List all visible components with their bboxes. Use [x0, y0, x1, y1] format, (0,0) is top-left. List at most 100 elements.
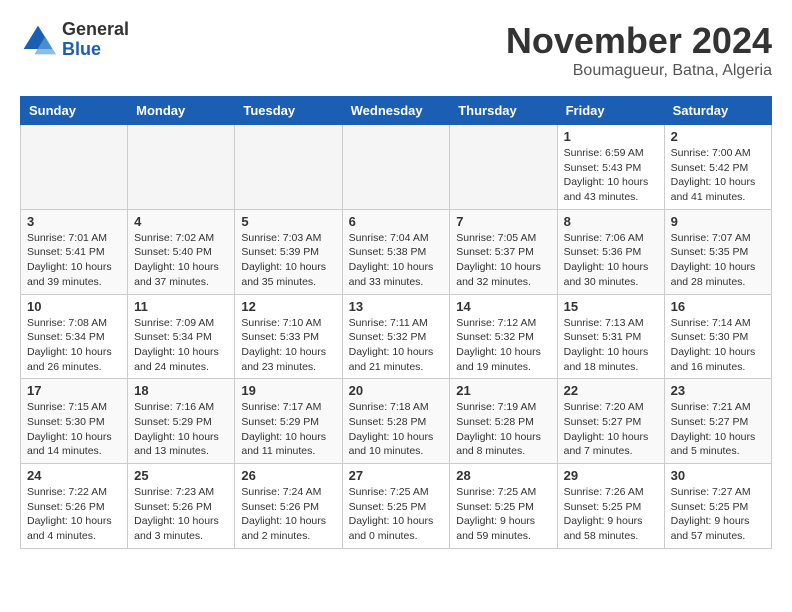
calendar-cell: 21 Sunrise: 7:19 AMSunset: 5:28 PMDayligh…	[450, 379, 557, 464]
calendar-header-wednesday: Wednesday	[342, 97, 450, 125]
calendar-cell: 25 Sunrise: 7:23 AMSunset: 5:26 PMDayligh…	[128, 464, 235, 549]
day-info: Sunrise: 7:14 AMSunset: 5:30 PMDaylight:…	[671, 316, 765, 375]
logo-blue: Blue	[62, 40, 129, 60]
day-number: 19	[241, 383, 335, 398]
day-number: 18	[134, 383, 228, 398]
calendar-cell: 30 Sunrise: 7:27 AMSunset: 5:25 PMDayligh…	[664, 464, 771, 549]
calendar-cell	[128, 125, 235, 210]
day-info: Sunrise: 7:25 AMSunset: 5:25 PMDaylight:…	[456, 485, 550, 544]
day-number: 24	[27, 468, 121, 483]
calendar-cell: 20 Sunrise: 7:18 AMSunset: 5:28 PMDayligh…	[342, 379, 450, 464]
calendar-header-friday: Friday	[557, 97, 664, 125]
day-number: 25	[134, 468, 228, 483]
calendar-cell: 18 Sunrise: 7:16 AMSunset: 5:29 PMDayligh…	[128, 379, 235, 464]
calendar-header-monday: Monday	[128, 97, 235, 125]
day-number: 3	[27, 214, 121, 229]
day-number: 12	[241, 299, 335, 314]
logo-icon	[20, 22, 56, 58]
day-number: 8	[564, 214, 658, 229]
logo-general: General	[62, 20, 129, 40]
day-number: 13	[349, 299, 444, 314]
calendar-cell: 12 Sunrise: 7:10 AMSunset: 5:33 PMDayligh…	[235, 294, 342, 379]
day-info: Sunrise: 7:07 AMSunset: 5:35 PMDaylight:…	[671, 231, 765, 290]
calendar-cell: 13 Sunrise: 7:11 AMSunset: 5:32 PMDayligh…	[342, 294, 450, 379]
day-number: 11	[134, 299, 228, 314]
calendar-cell: 4Sunrise: 7:02 AMSunset: 5:40 PMDaylight…	[128, 209, 235, 294]
calendar-header-sunday: Sunday	[21, 97, 128, 125]
day-number: 10	[27, 299, 121, 314]
day-info: Sunrise: 7:11 AMSunset: 5:32 PMDaylight:…	[349, 316, 444, 375]
logo: General Blue	[20, 20, 129, 60]
day-info: Sunrise: 7:12 AMSunset: 5:32 PMDaylight:…	[456, 316, 550, 375]
day-info: Sunrise: 7:18 AMSunset: 5:28 PMDaylight:…	[349, 400, 444, 459]
day-number: 1	[564, 129, 658, 144]
day-info: Sunrise: 7:23 AMSunset: 5:26 PMDaylight:…	[134, 485, 228, 544]
title-block: November 2024 Boumagueur, Batna, Algeria	[506, 20, 772, 80]
calendar-cell	[342, 125, 450, 210]
day-info: Sunrise: 7:16 AMSunset: 5:29 PMDaylight:…	[134, 400, 228, 459]
day-info: Sunrise: 7:00 AMSunset: 5:42 PMDaylight:…	[671, 146, 765, 205]
day-info: Sunrise: 7:08 AMSunset: 5:34 PMDaylight:…	[27, 316, 121, 375]
calendar-week-1: 3 Sunrise: 7:01 AMSunset: 5:41 PMDaylight…	[21, 209, 772, 294]
day-info: Sunrise: 7:19 AMSunset: 5:28 PMDaylight:…	[456, 400, 550, 459]
calendar-cell	[21, 125, 128, 210]
location: Boumagueur, Batna, Algeria	[506, 62, 772, 80]
day-number: 17	[27, 383, 121, 398]
calendar-cell: 6 Sunrise: 7:04 AMSunset: 5:38 PMDaylight…	[342, 209, 450, 294]
day-info: Sunrise: 7:09 AMSunset: 5:34 PMDaylight:…	[134, 316, 228, 375]
calendar-cell: 10 Sunrise: 7:08 AMSunset: 5:34 PMDayligh…	[21, 294, 128, 379]
day-info: Sunrise: 7:15 AMSunset: 5:30 PMDaylight:…	[27, 400, 121, 459]
day-number: 21	[456, 383, 550, 398]
calendar-cell	[235, 125, 342, 210]
calendar-week-3: 17 Sunrise: 7:15 AMSunset: 5:30 PMDayligh…	[21, 379, 772, 464]
calendar-cell: 16 Sunrise: 7:14 AMSunset: 5:30 PMDayligh…	[664, 294, 771, 379]
calendar-cell: 28 Sunrise: 7:25 AMSunset: 5:25 PMDayligh…	[450, 464, 557, 549]
day-info: Sunrise: 7:25 AMSunset: 5:25 PMDaylight:…	[349, 485, 444, 544]
calendar-cell: 9 Sunrise: 7:07 AMSunset: 5:35 PMDaylight…	[664, 209, 771, 294]
calendar-cell: 1Sunrise: 6:59 AMSunset: 5:43 PMDaylight…	[557, 125, 664, 210]
calendar-cell: 26Sunrise: 7:24 AMSunset: 5:26 PMDayligh…	[235, 464, 342, 549]
day-number: 7	[456, 214, 550, 229]
day-number: 5	[241, 214, 335, 229]
calendar-cell: 15 Sunrise: 7:13 AMSunset: 5:31 PMDayligh…	[557, 294, 664, 379]
day-number: 15	[564, 299, 658, 314]
calendar-cell: 27 Sunrise: 7:25 AMSunset: 5:25 PMDayligh…	[342, 464, 450, 549]
page-header: General Blue November 2024 Boumagueur, B…	[20, 20, 772, 80]
calendar-cell: 24 Sunrise: 7:22 AMSunset: 5:26 PMDayligh…	[21, 464, 128, 549]
calendar-cell: 11 Sunrise: 7:09 AMSunset: 5:34 PMDayligh…	[128, 294, 235, 379]
day-number: 27	[349, 468, 444, 483]
day-info: Sunrise: 7:13 AMSunset: 5:31 PMDaylight:…	[564, 316, 658, 375]
day-number: 22	[564, 383, 658, 398]
calendar-cell: 29Sunrise: 7:26 AMSunset: 5:25 PMDayligh…	[557, 464, 664, 549]
day-info: Sunrise: 7:05 AMSunset: 5:37 PMDaylight:…	[456, 231, 550, 290]
day-number: 20	[349, 383, 444, 398]
day-number: 6	[349, 214, 444, 229]
day-info: Sunrise: 7:10 AMSunset: 5:33 PMDaylight:…	[241, 316, 335, 375]
day-number: 2	[671, 129, 765, 144]
day-info: Sunrise: 7:03 AMSunset: 5:39 PMDaylight:…	[241, 231, 335, 290]
day-number: 30	[671, 468, 765, 483]
calendar-week-2: 10 Sunrise: 7:08 AMSunset: 5:34 PMDayligh…	[21, 294, 772, 379]
calendar-week-0: 1Sunrise: 6:59 AMSunset: 5:43 PMDaylight…	[21, 125, 772, 210]
calendar-week-4: 24 Sunrise: 7:22 AMSunset: 5:26 PMDayligh…	[21, 464, 772, 549]
day-info: Sunrise: 7:04 AMSunset: 5:38 PMDaylight:…	[349, 231, 444, 290]
day-info: Sunrise: 7:06 AMSunset: 5:36 PMDaylight:…	[564, 231, 658, 290]
calendar-header-thursday: Thursday	[450, 97, 557, 125]
calendar-cell: 17 Sunrise: 7:15 AMSunset: 5:30 PMDayligh…	[21, 379, 128, 464]
day-number: 16	[671, 299, 765, 314]
calendar-table: SundayMondayTuesdayWednesdayThursdayFrid…	[20, 96, 772, 549]
day-info: Sunrise: 7:01 AMSunset: 5:41 PMDaylight:…	[27, 231, 121, 290]
day-number: 9	[671, 214, 765, 229]
day-number: 4	[134, 214, 228, 229]
day-number: 26	[241, 468, 335, 483]
day-info: Sunrise: 7:27 AMSunset: 5:25 PMDaylight:…	[671, 485, 765, 544]
day-info: Sunrise: 7:21 AMSunset: 5:27 PMDaylight:…	[671, 400, 765, 459]
day-info: Sunrise: 7:20 AMSunset: 5:27 PMDaylight:…	[564, 400, 658, 459]
day-number: 28	[456, 468, 550, 483]
day-info: Sunrise: 7:26 AMSunset: 5:25 PMDaylight:…	[564, 485, 658, 544]
calendar-cell: 22 Sunrise: 7:20 AMSunset: 5:27 PMDayligh…	[557, 379, 664, 464]
calendar-cell: 8 Sunrise: 7:06 AMSunset: 5:36 PMDaylight…	[557, 209, 664, 294]
calendar-cell: 19Sunrise: 7:17 AMSunset: 5:29 PMDayligh…	[235, 379, 342, 464]
day-info: Sunrise: 7:22 AMSunset: 5:26 PMDaylight:…	[27, 485, 121, 544]
calendar-cell: 23Sunrise: 7:21 AMSunset: 5:27 PMDayligh…	[664, 379, 771, 464]
